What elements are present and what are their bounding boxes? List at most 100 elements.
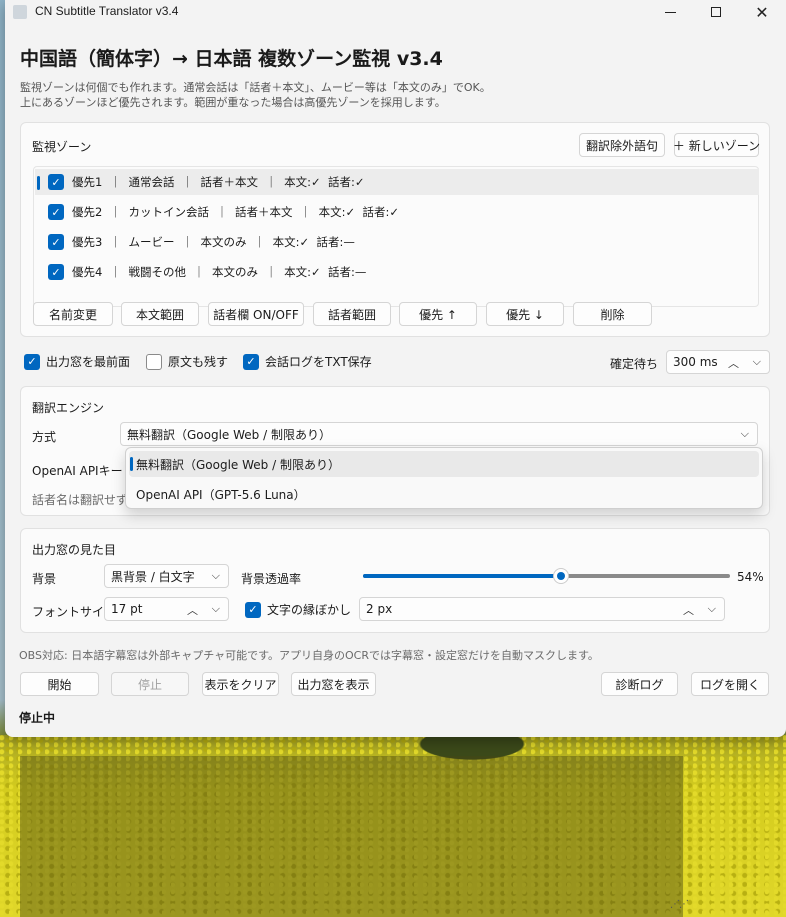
open-log-button[interactable]: ログを開く: [691, 672, 769, 696]
method-option[interactable]: OpenAI API（GPT-5.6 Luna）: [129, 481, 759, 507]
page-title: 中国語（簡体字）→ 日本語 複数ゾーン監視 v3.4: [20, 48, 443, 70]
zone-enabled-checkbox[interactable]: ✓: [48, 264, 64, 280]
transparency-value: 54%: [737, 570, 764, 584]
stop-button[interactable]: 停止: [111, 672, 189, 696]
clear-display-button[interactable]: 表示をクリア: [202, 672, 279, 696]
background-label: 背景: [32, 572, 57, 586]
close-button[interactable]: ✕: [739, 0, 785, 24]
zone-row[interactable]: ✓ 優先3 ｜ ムービー ｜ 本文のみ ｜ 本文:✓ 話者:—: [35, 229, 759, 255]
check-icon: ✓: [51, 205, 61, 219]
zone-row[interactable]: ✓ 優先4 ｜ 戦闘その他 ｜ 本文のみ ｜ 本文:✓ 話者:—: [35, 259, 759, 285]
outline-value: 2 px: [366, 602, 393, 616]
priority-up-button[interactable]: 優先 ↑: [399, 302, 477, 326]
start-button[interactable]: 開始: [20, 672, 99, 696]
method-option-label: 無料翻訳（Google Web / 制限あり）: [136, 457, 340, 472]
outline-label: 文字の縁ぼかし: [267, 603, 352, 617]
outline-checkbox[interactable]: ✓: [245, 601, 261, 618]
zone-list[interactable]: ✓ 優先1 ｜ 通常会話 ｜ 話者＋本文 ｜ 本文:✓ 話者:✓ ✓ 優先2 ｜ カッ…: [33, 166, 759, 307]
keep-original-option[interactable]: 原文も残す: [146, 353, 228, 370]
app-window: CN Subtitle Translator v3.4 ✕ 中国語（簡体字）→ …: [5, 0, 786, 737]
keep-original-checkbox[interactable]: [146, 353, 162, 370]
chevron-down-icon[interactable]: ⌵: [212, 602, 220, 616]
show-output-button[interactable]: 出力窓を表示: [291, 672, 376, 696]
check-icon: ✓: [51, 175, 61, 189]
speaker-note: 話者名は翻訳せず: [32, 493, 129, 507]
save-log-checkbox[interactable]: ✓: [243, 353, 259, 370]
speaker-range-button[interactable]: 話者範囲: [313, 302, 391, 326]
selection-indicator: [130, 457, 133, 471]
keep-original-label: 原文も残す: [168, 355, 229, 369]
selection-indicator: [37, 176, 40, 190]
background-select[interactable]: 黒背景 / 白文字 ⌵: [104, 564, 229, 588]
minimize-icon: [664, 11, 676, 13]
description-line-2: 上にあるゾーンほど優先されます。範囲が重なった場合は高優先ゾーンを採用します。: [20, 96, 446, 109]
topmost-option[interactable]: ✓ 出力窓を最前面: [24, 353, 130, 370]
topmost-checkbox[interactable]: ✓: [24, 353, 40, 370]
method-dropdown-list[interactable]: 無料翻訳（Google Web / 制限あり） OpenAI API（GPT-5.…: [125, 447, 763, 509]
exclude-terms-button[interactable]: 翻訳除外語句: [579, 133, 665, 157]
zone-row-label: 優先4 ｜ 戦闘その他 ｜ 本文のみ ｜ 本文:✓ 話者:—: [72, 265, 367, 279]
chevron-down-icon: ⌵: [740, 427, 749, 440]
zone-row-label: 優先2 ｜ カットイン会話 ｜ 話者＋本文 ｜ 本文:✓ 話者:✓: [72, 205, 400, 219]
close-icon: ✕: [755, 2, 769, 22]
background-value: 黒背景 / 白文字: [111, 569, 195, 584]
zones-label: 監視ゾーン: [32, 140, 92, 154]
zone-enabled-checkbox[interactable]: ✓: [48, 234, 64, 250]
zone-row[interactable]: ✓ 優先1 ｜ 通常会話 ｜ 話者＋本文 ｜ 本文:✓ 話者:✓: [35, 169, 759, 195]
zone-row[interactable]: ✓ 優先2 ｜ カットイン会話 ｜ 話者＋本文 ｜ 本文:✓ 話者:✓: [35, 199, 759, 225]
resize-grip-icon[interactable]: ⋰⋰: [670, 898, 689, 912]
transparency-label: 背景透過率: [241, 572, 302, 586]
check-icon: ✓: [51, 265, 61, 279]
diagnostic-log-button[interactable]: 診断ログ: [601, 672, 678, 696]
confirm-wait-stepper[interactable]: 300 ms ︿ ⌵: [666, 350, 770, 374]
chevron-up-icon[interactable]: ︿: [187, 602, 198, 618]
transparency-slider[interactable]: [363, 568, 730, 584]
description-line-1: 監視ゾーンは何個でも作れます。通常会話は「話者＋本文」、ムービー等は「本文のみ」…: [20, 81, 491, 94]
engine-label: 翻訳エンジン: [32, 401, 105, 415]
zone-row-label: 優先3 ｜ ムービー ｜ 本文のみ ｜ 本文:✓ 話者:—: [72, 235, 355, 249]
text-range-button[interactable]: 本文範囲: [121, 302, 199, 326]
new-zone-button[interactable]: ＋ 新しいゾーン: [673, 133, 760, 157]
outline-stepper[interactable]: 2 px ︿ ⌵: [359, 597, 725, 621]
outline-option[interactable]: ✓ 文字の縁ぼかし: [245, 601, 351, 618]
subtitle-output-window[interactable]: [20, 756, 683, 917]
zone-enabled-checkbox[interactable]: ✓: [48, 204, 64, 220]
transparency-slider-thumb[interactable]: [553, 568, 569, 584]
minimize-button[interactable]: [647, 0, 693, 24]
method-option[interactable]: 無料翻訳（Google Web / 制限あり）: [129, 451, 759, 477]
check-icon: ✓: [248, 603, 258, 616]
title-bar[interactable]: CN Subtitle Translator v3.4 ✕: [5, 0, 786, 24]
confirm-wait-label: 確定待ち: [610, 357, 659, 371]
chevron-down-icon[interactable]: ⌵: [708, 602, 716, 616]
zone-enabled-checkbox[interactable]: ✓: [48, 174, 64, 190]
rename-zone-button[interactable]: 名前変更: [33, 302, 113, 326]
page-description: 監視ゾーンは何個でも作れます。通常会話は「話者＋本文」、ムービー等は「本文のみ」…: [20, 80, 491, 110]
font-size-stepper[interactable]: 17 pt ︿ ⌵: [104, 597, 229, 621]
chevron-up-icon[interactable]: ︿: [683, 602, 694, 618]
method-option-label: OpenAI API（GPT-5.6 Luna）: [136, 487, 306, 502]
save-log-option[interactable]: ✓ 会話ログをTXT保存: [243, 353, 372, 370]
save-log-label: 会話ログをTXT保存: [265, 355, 372, 369]
maximize-button[interactable]: [693, 0, 739, 24]
transparency-slider-fill: [363, 574, 561, 578]
method-select[interactable]: 無料翻訳（Google Web / 制限あり） ⌵: [120, 422, 758, 446]
delete-zone-button[interactable]: 削除: [573, 302, 652, 326]
appearance-label: 出力窓の見た目: [32, 543, 117, 557]
confirm-wait-value: 300 ms: [673, 355, 718, 369]
maximize-icon: [711, 7, 721, 17]
zone-row-label: 優先1 ｜ 通常会話 ｜ 話者＋本文 ｜ 本文:✓ 話者:✓: [72, 175, 365, 189]
priority-down-button[interactable]: 優先 ↓: [486, 302, 564, 326]
check-icon: ✓: [246, 355, 256, 368]
check-icon: ✓: [51, 235, 61, 249]
speaker-toggle-button[interactable]: 話者欄 ON/OFF: [208, 302, 304, 326]
slider-thumb-dot: [557, 572, 565, 580]
obs-note: OBS対応: 日本語字幕窓は外部キャプチャ可能です。アプリ自身のOCRでは字幕窓…: [19, 649, 599, 662]
chevron-down-icon: ⌵: [211, 569, 220, 582]
app-icon: [13, 5, 27, 19]
chevron-up-icon[interactable]: ︿: [728, 355, 739, 371]
chevron-down-icon[interactable]: ⌵: [753, 355, 761, 369]
topmost-label: 出力窓を最前面: [46, 355, 131, 369]
font-size-value: 17 pt: [111, 602, 143, 616]
window-title: CN Subtitle Translator v3.4: [35, 4, 179, 18]
method-value: 無料翻訳（Google Web / 制限あり）: [127, 427, 331, 442]
